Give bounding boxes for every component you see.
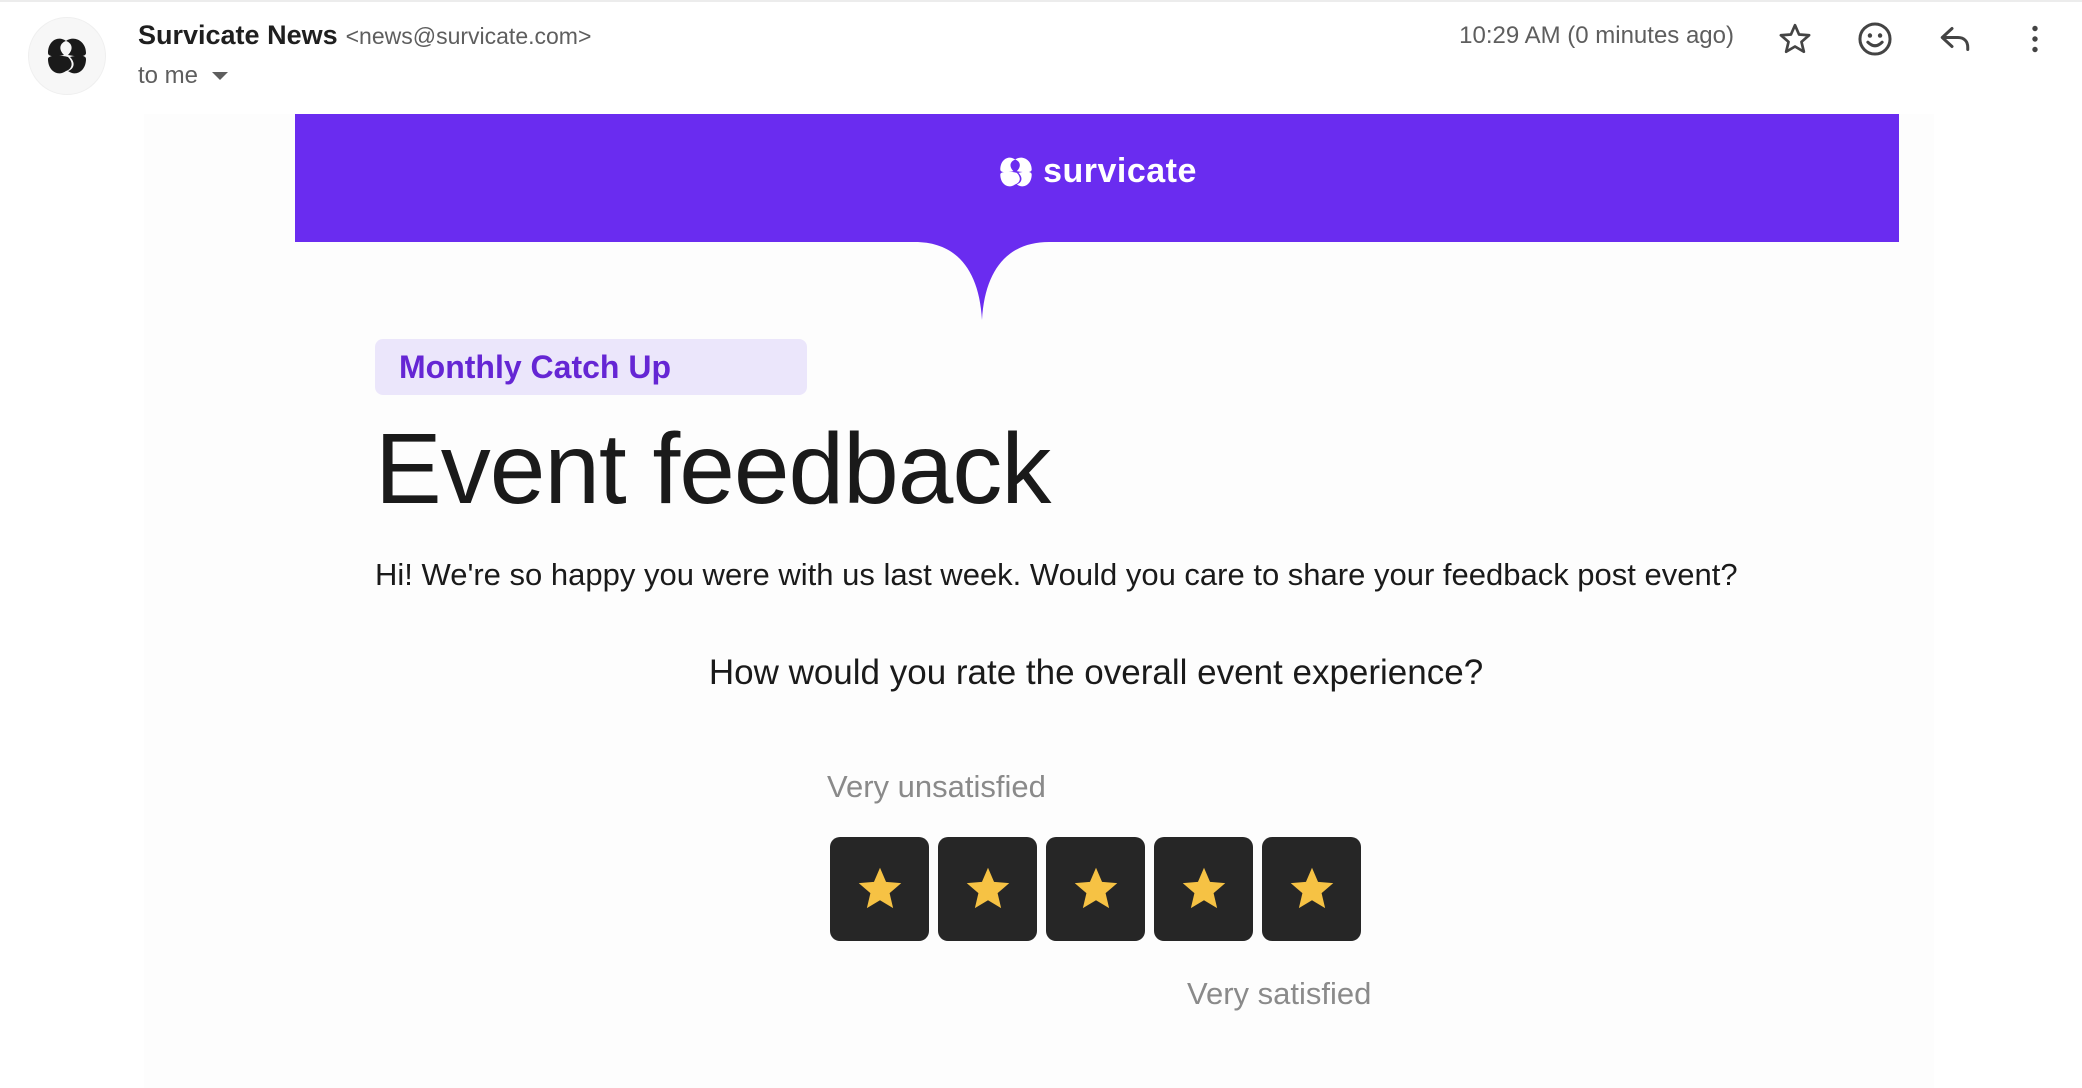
email-headline: Event feedback	[375, 413, 1051, 525]
sender-name[interactable]: Survicate News	[138, 20, 338, 51]
category-tag: Monthly Catch Up	[375, 339, 807, 395]
email-timestamp: 10:29 AM (0 minutes ago)	[1459, 22, 1734, 49]
rating-star-4-button[interactable]	[1154, 837, 1253, 941]
intro-text: Hi! We're so happy you were with us last…	[375, 557, 1738, 592]
banner-drop-decoration	[915, 242, 1049, 320]
star-icon	[1182, 867, 1225, 909]
sender-email: <news@survicate.com>	[345, 23, 592, 49]
brand-logo[interactable]: survicate	[295, 152, 1899, 191]
star-icon	[858, 867, 901, 909]
recipient-details-toggle[interactable]: to me	[138, 62, 229, 90]
brand-banner: survicate	[295, 114, 1899, 242]
reply-icon	[1940, 27, 1970, 51]
survicate-logo-icon	[48, 38, 86, 74]
email-body: survicate Monthly Catch Up Event feedbac…	[144, 114, 1934, 1088]
sender-avatar[interactable]	[28, 17, 106, 95]
more-options-button[interactable]	[2012, 16, 2058, 62]
recipient-label: to me	[138, 62, 199, 89]
star-icon	[1779, 23, 1811, 54]
chevron-down-icon	[212, 72, 229, 80]
top-divider	[0, 0, 2082, 2]
rating-star-3-button[interactable]	[1046, 837, 1145, 941]
rating-label-high: Very satisfied	[1187, 976, 1372, 1011]
star-icon	[966, 867, 1009, 909]
more-vert-icon	[2032, 25, 2038, 53]
brand-name: survicate	[1043, 152, 1197, 190]
survicate-logo-icon	[1000, 157, 1032, 186]
rating-star-2-button[interactable]	[938, 837, 1037, 941]
reply-button[interactable]	[1932, 16, 1978, 62]
star-icon	[1290, 867, 1333, 909]
sender-line: Survicate News <news@survicate.com>	[138, 20, 591, 56]
rating-star-5-button[interactable]	[1262, 837, 1361, 941]
star-rating	[830, 837, 1370, 941]
star-icon	[1074, 867, 1117, 909]
rating-question: How would you rate the overall event exp…	[708, 653, 1484, 692]
emoji-icon	[1858, 22, 1892, 56]
add-reaction-button[interactable]	[1852, 16, 1898, 62]
rating-label-low: Very unsatisfied	[827, 769, 1046, 804]
star-button[interactable]	[1772, 16, 1818, 62]
category-tag-label: Monthly Catch Up	[399, 348, 671, 385]
rating-star-1-button[interactable]	[830, 837, 929, 941]
